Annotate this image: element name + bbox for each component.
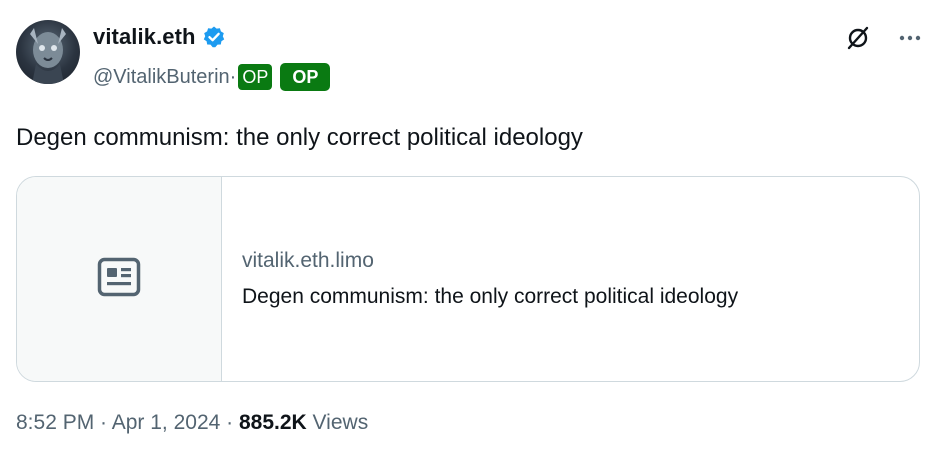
link-card-domain: vitalik.eth.limo bbox=[242, 249, 374, 272]
author-name-row[interactable]: vitalik.eth bbox=[93, 22, 226, 52]
author-handle[interactable]: @VitalikButerin bbox=[93, 66, 230, 89]
views-label: Views bbox=[306, 411, 369, 434]
link-card-body[interactable]: vitalik.eth.limo Degen communism: the on… bbox=[222, 177, 738, 381]
tweet-text: Degen communism: the only correct politi… bbox=[16, 124, 583, 151]
verified-badge-icon bbox=[202, 25, 226, 49]
meta-separator: · bbox=[94, 411, 112, 434]
article-icon bbox=[97, 257, 141, 302]
handle-separator: · bbox=[229, 65, 237, 88]
author-handle-row: @VitalikButerin · OP OP bbox=[93, 62, 331, 92]
link-card-thumbnail[interactable] bbox=[17, 177, 222, 381]
tweet-meta: 8:52 PM · Apr 1, 2024 · 885.2K Views bbox=[16, 408, 368, 438]
tweet-date[interactable]: Apr 1, 2024 bbox=[112, 411, 221, 434]
tweet-time[interactable]: 8:52 PM bbox=[16, 411, 94, 434]
link-card-title: Degen communism: the only correct politi… bbox=[242, 285, 739, 308]
tweet-actions-top bbox=[844, 24, 924, 52]
avatar[interactable] bbox=[16, 20, 80, 84]
more-icon[interactable] bbox=[896, 24, 924, 52]
op-badge-large: OP bbox=[280, 63, 331, 91]
author-display-name[interactable]: vitalik.eth bbox=[93, 24, 196, 50]
meta-separator: · bbox=[220, 411, 239, 434]
link-card[interactable]: vitalik.eth.limo Degen communism: the on… bbox=[16, 176, 920, 382]
views-count: 885.2K bbox=[239, 411, 307, 434]
op-badge-small: OP bbox=[238, 64, 273, 90]
grok-icon[interactable] bbox=[844, 24, 872, 52]
